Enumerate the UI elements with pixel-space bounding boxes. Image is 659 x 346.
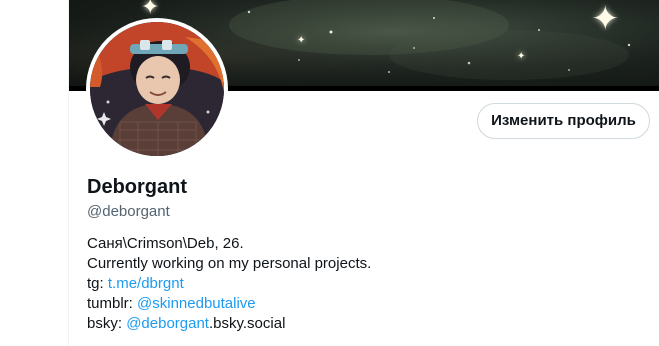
edit-profile-button[interactable]: Изменить профиль: [477, 103, 650, 139]
profile-page: ✦ ✦ ✦ ✦ Изменить профиль Deborgant @debo…: [0, 0, 659, 346]
tumblr-prefix: tumblr:: [87, 295, 138, 312]
avatar-illustration: [90, 22, 224, 156]
sparkle-icon: ✦: [591, 0, 620, 38]
bluesky-suffix: .bsky.social: [208, 315, 286, 332]
bluesky-mention-link[interactable]: @deborgant: [126, 315, 209, 332]
username-handle: @deborgant: [87, 203, 170, 220]
bio-line-status: Currently working on my personal project…: [87, 255, 372, 272]
telegram-prefix: tg:: [87, 275, 108, 292]
profile-bio: Саня\Crimson\Deb, 26. Currently working …: [87, 234, 371, 334]
avatar[interactable]: [90, 22, 224, 156]
bio-line-telegram: tg: t.me/dbrgnt: [87, 274, 371, 294]
sparkle-icon: ✦: [141, 0, 160, 19]
bluesky-prefix: bsky:: [87, 315, 127, 332]
bio-line-name: Саня\Crimson\Deb, 26.: [87, 235, 244, 252]
display-name: Deborgant: [87, 176, 187, 198]
sparkle-icon: ✦: [297, 35, 306, 46]
tumblr-mention-link[interactable]: @skinnedbutalive: [137, 295, 256, 312]
bio-line-tumblr: tumblr: @skinnedbutalive: [87, 294, 371, 314]
telegram-link[interactable]: t.me/dbrgnt: [108, 275, 184, 292]
bio-line-bluesky: bsky: @deborgant.bsky.social: [87, 314, 371, 334]
sparkle-icon: ✦: [517, 51, 526, 62]
